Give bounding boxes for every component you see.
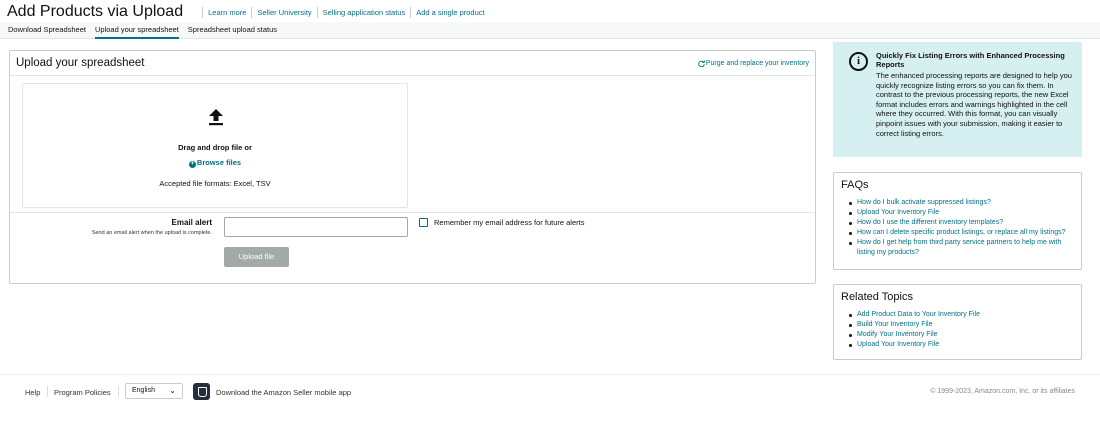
seller-university-link[interactable]: Seller University xyxy=(257,8,311,17)
divider xyxy=(10,212,815,213)
faq-link[interactable]: How do I use the different inventory tem… xyxy=(848,218,1078,228)
upload-icon xyxy=(209,109,223,126)
divider xyxy=(410,6,412,18)
enhanced-reports-info-box: i Quickly Fix Listing Errors with Enhanc… xyxy=(833,42,1082,157)
related-topic-link[interactable]: Modify Your Inventory File xyxy=(848,330,1078,340)
remember-email-checkbox[interactable] xyxy=(419,218,428,227)
tab-bar: Download Spreadsheet Upload your spreads… xyxy=(0,22,1100,39)
page-title: Add Products via Upload xyxy=(7,3,184,20)
related-topics-title: Related Topics xyxy=(841,291,913,303)
faq-link[interactable]: How can I delete specific product listin… xyxy=(848,228,1078,238)
related-topics-list: Add Product Data to Your Inventory File … xyxy=(848,310,1078,350)
selling-application-status-link[interactable]: Selling application status xyxy=(323,8,406,17)
download-app-link[interactable]: Download the Amazon Seller mobile app xyxy=(216,388,351,397)
related-topics-panel: Related Topics Add Product Data to Your … xyxy=(833,284,1082,360)
info-title: Quickly Fix Listing Errors with Enhanced… xyxy=(876,51,1065,69)
language-value: English xyxy=(132,387,155,394)
tab-upload-spreadsheet[interactable]: Upload your spreadsheet xyxy=(94,22,179,39)
plus-icon: + xyxy=(188,161,196,168)
divider xyxy=(316,6,318,18)
accepted-formats-text: Accepted file formats: Excel, TSV xyxy=(159,179,271,188)
panel-title: Upload your spreadsheet xyxy=(16,57,145,69)
language-select[interactable]: English ⌄ xyxy=(125,383,183,399)
page-header: Add Products via Upload Learn more Selle… xyxy=(7,2,485,22)
refresh-icon xyxy=(698,60,705,67)
faq-link[interactable]: Upload Your Inventory File xyxy=(848,208,1078,218)
panel-header: Upload your spreadsheet Purge and replac… xyxy=(10,51,815,76)
browse-files-label: Browse files xyxy=(196,158,242,167)
copyright-text: © 1999-2023, Amazon.com, Inc. or its aff… xyxy=(930,388,1075,395)
divider xyxy=(118,386,119,397)
email-alert-label: Email alert xyxy=(171,218,212,227)
purge-replace-link[interactable]: Purge and replace your inventory xyxy=(698,60,809,67)
faq-link[interactable]: How do I bulk activate suppressed listin… xyxy=(848,198,1078,208)
divider xyxy=(202,6,204,18)
email-alert-description: Send an email alert when the upload is c… xyxy=(91,230,212,236)
related-topic-link[interactable]: Add Product Data to Your Inventory File xyxy=(848,310,1078,320)
faqs-title: FAQs xyxy=(841,179,869,191)
upload-file-button[interactable]: Upload file xyxy=(224,247,289,267)
email-alert-label-group: Email alert Send an email alert when the… xyxy=(92,218,212,236)
related-topic-link[interactable]: Build Your Inventory File xyxy=(848,320,1078,330)
faqs-list: How do I bulk activate suppressed listin… xyxy=(848,198,1078,258)
divider xyxy=(47,386,48,397)
related-topic-link[interactable]: Upload Your Inventory File xyxy=(848,340,1078,350)
faq-link[interactable]: How do I get help from third party servi… xyxy=(848,238,1078,258)
info-icon: i xyxy=(849,52,868,71)
divider xyxy=(251,6,253,18)
remember-email-label: Remember my email address for future ale… xyxy=(434,218,585,227)
remember-email-option[interactable]: Remember my email address for future ale… xyxy=(419,218,584,227)
program-policies-link[interactable]: Program Policies xyxy=(54,388,111,397)
add-single-product-link[interactable]: Add a single product xyxy=(416,8,484,17)
chevron-down-icon: ⌄ xyxy=(169,386,176,395)
header-links: Learn more Seller University Selling app… xyxy=(197,6,485,18)
help-link[interactable]: Help xyxy=(25,388,40,397)
learn-more-link[interactable]: Learn more xyxy=(208,8,246,17)
tab-upload-status[interactable]: Spreadsheet upload status xyxy=(188,22,277,39)
tab-download-spreadsheet[interactable]: Download Spreadsheet xyxy=(8,22,86,39)
faqs-panel: FAQs How do I bulk activate suppressed l… xyxy=(833,172,1082,270)
info-body: The enhanced processing reports are desi… xyxy=(876,71,1072,138)
page-footer: Help Program Policies English ⌄ Download… xyxy=(0,374,1100,407)
drag-drop-text: Drag and drop file or xyxy=(178,143,252,152)
upload-panel: Upload your spreadsheet Purge and replac… xyxy=(9,50,816,284)
seller-app-icon[interactable] xyxy=(193,383,210,400)
purge-replace-label: Purge and replace your inventory xyxy=(705,60,809,67)
email-field[interactable] xyxy=(224,217,408,237)
browse-files-button[interactable]: + Browse files xyxy=(23,158,407,168)
file-dropzone[interactable]: Drag and drop file or + Browse files Acce… xyxy=(22,83,408,208)
